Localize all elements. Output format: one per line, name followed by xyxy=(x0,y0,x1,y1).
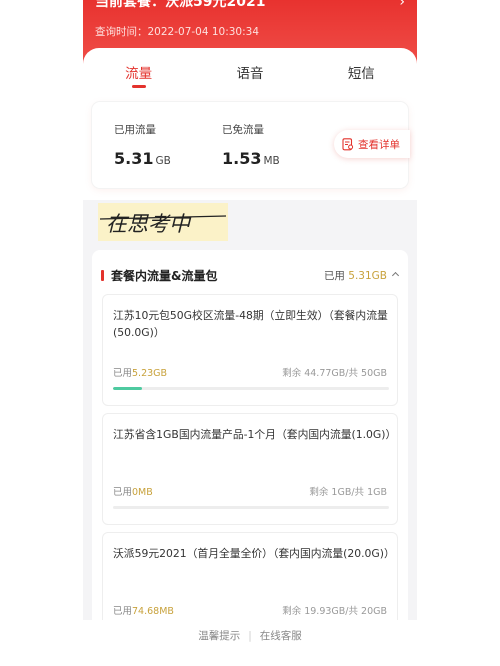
used-data-unit: GB xyxy=(155,155,171,167)
tab-voice[interactable]: 语音 xyxy=(194,48,305,92)
package-used-value: 0MB xyxy=(132,487,153,498)
query-time: 查询时间：2022-07-04 10:30:34 xyxy=(95,26,260,38)
free-data-unit: MB xyxy=(263,155,280,167)
thinking-sticker-drawing: 在思考中 xyxy=(99,212,227,236)
package-used-value: 5.23GB xyxy=(132,368,168,379)
used-data-label: 已用流量 xyxy=(114,124,156,136)
free-data-value: 1.53 MB xyxy=(222,149,280,168)
package-remaining: 剩余 19.93GB/共 20GB xyxy=(282,606,387,617)
package-item: 江苏省含1GB国内流量产品-1个月（套内国内流量(1.0G)） 已用0MB 剩余… xyxy=(102,413,398,525)
tab-data[interactable]: 流量 xyxy=(83,48,194,92)
tips-link[interactable]: 温馨提示 xyxy=(198,628,240,643)
usage-card: 流量 语音 短信 已用流量 5.31 GB 已免流量 1.53 MB 查看详单 xyxy=(83,48,417,200)
view-detail-button[interactable]: 查看详单 xyxy=(334,130,410,158)
section-accent-bar xyxy=(101,270,104,281)
used-data-value: 5.31 GB xyxy=(114,149,171,168)
package-used: 已用5.23GB xyxy=(113,365,167,379)
free-data-block: 已免流量 1.53 MB xyxy=(222,122,280,168)
plan-title[interactable]: 当前套餐：沃派59元2021 xyxy=(95,0,265,11)
package-name: 江苏10元包50G校区流量-48期（立即生效）（套餐内流量(50.0G)） xyxy=(113,309,388,339)
screen: 当前套餐：沃派59元2021 › 查询时间：2022-07-04 10:30:3… xyxy=(0,0,500,666)
package-remaining: 剩余 1GB/共 1GB xyxy=(309,487,387,498)
package-used-prefix: 已用 xyxy=(113,606,133,617)
free-data-number: 1.53 xyxy=(222,149,262,168)
bottom-links: 温馨提示 | 在线客服 xyxy=(0,628,500,643)
chevron-up-icon xyxy=(391,271,400,280)
sticker-text: 在思考中 xyxy=(106,212,192,236)
package-used: 已用74.68MB xyxy=(113,603,174,617)
package-used: 已用0MB xyxy=(113,484,153,498)
package-name: 沃派59元2021（首月全量全价）（套内国内流量(20.0G)） xyxy=(113,547,395,560)
package-progress-fill xyxy=(113,387,142,390)
free-data-label: 已免流量 xyxy=(222,124,264,136)
section-used-value: 5.31GB xyxy=(348,270,387,282)
section-used-toggle[interactable]: 已用 5.31GB xyxy=(323,268,400,283)
package-used-prefix: 已用 xyxy=(113,487,133,498)
package-used-prefix: 已用 xyxy=(113,368,133,379)
package-remaining: 剩余 44.77GB/共 50GB xyxy=(282,368,387,379)
package-used-value: 74.68MB xyxy=(132,606,174,617)
view-detail-label: 查看详单 xyxy=(358,138,400,151)
bill-detail-icon xyxy=(342,137,354,150)
usage-tabs: 流量 语音 短信 xyxy=(83,48,417,92)
package-item: 江苏10元包50G校区流量-48期（立即生效）（套餐内流量(50.0G)） 已用… xyxy=(102,294,398,406)
package-progress-track xyxy=(113,387,389,390)
section-title: 套餐内流量&流量包 xyxy=(111,269,218,283)
used-data-number: 5.31 xyxy=(114,149,154,168)
tab-sms[interactable]: 短信 xyxy=(306,48,417,92)
section-used-prefix: 已用 xyxy=(323,270,349,282)
package-section: 套餐内流量&流量包 已用 5.31GB 江苏10元包50G校区流量-48期（立即… xyxy=(92,250,408,620)
package-progress-track xyxy=(113,506,389,509)
usage-summary: 已用流量 5.31 GB 已免流量 1.53 MB 查看详单 xyxy=(92,102,410,188)
app-viewport: 当前套餐：沃派59元2021 › 查询时间：2022-07-04 10:30:3… xyxy=(83,0,417,620)
package-name: 江苏省含1GB国内流量产品-1个月（套内国内流量(1.0G)） xyxy=(113,428,397,441)
online-service-link[interactable]: 在线客服 xyxy=(260,628,302,643)
thinking-sticker: 在思考中 xyxy=(98,203,228,241)
used-data-block: 已用流量 5.31 GB xyxy=(114,122,171,168)
package-item: 沃派59元2021（首月全量全价）（套内国内流量(20.0G)） 已用74.68… xyxy=(102,532,398,620)
link-separator: | xyxy=(248,630,252,642)
chevron-right-icon[interactable]: › xyxy=(399,0,405,10)
